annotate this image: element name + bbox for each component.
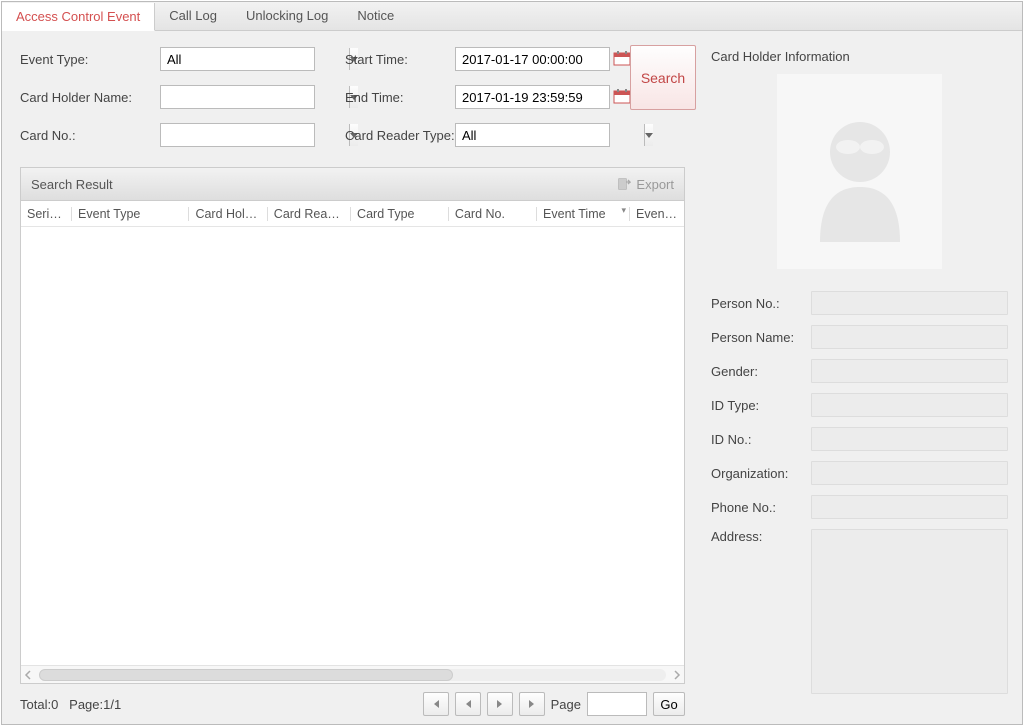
page-text: Page bbox=[551, 697, 581, 712]
card-holder-label: Card Holder Name: bbox=[20, 90, 160, 105]
last-page-button[interactable] bbox=[519, 692, 545, 716]
avatar-placeholder bbox=[777, 74, 942, 269]
event-type-input[interactable] bbox=[161, 48, 349, 70]
scroll-thumb[interactable] bbox=[39, 669, 453, 681]
export-label: Export bbox=[636, 177, 674, 192]
reader-type-input[interactable] bbox=[456, 124, 644, 146]
calendar-icon[interactable] bbox=[610, 50, 632, 69]
card-no-label: Card No.: bbox=[20, 128, 160, 143]
col-card-holder[interactable]: Card Holder bbox=[189, 207, 267, 221]
tab-bar: Access Control Event Call Log Unlocking … bbox=[2, 2, 1022, 31]
col-card-reader[interactable]: Card Reader... bbox=[268, 207, 351, 221]
tab-notice[interactable]: Notice bbox=[343, 2, 409, 30]
organization-field bbox=[811, 461, 1008, 485]
info-title: Card Holder Information bbox=[711, 49, 1008, 64]
card-holder-select[interactable] bbox=[160, 85, 315, 109]
reader-type-label: Card Reader Type: bbox=[345, 128, 455, 143]
address-label: Address: bbox=[711, 529, 811, 544]
avatar-icon bbox=[800, 102, 920, 242]
export-button[interactable]: Export bbox=[617, 177, 674, 192]
result-title: Search Result bbox=[31, 177, 113, 192]
horizontal-scrollbar[interactable] bbox=[21, 665, 684, 683]
end-time-label: End Time: bbox=[345, 90, 455, 105]
organization-label: Organization: bbox=[711, 466, 811, 481]
card-no-input[interactable] bbox=[161, 124, 349, 146]
end-time-field[interactable] bbox=[455, 85, 610, 109]
col-event-type[interactable]: Event Type bbox=[72, 207, 189, 221]
export-icon bbox=[617, 177, 631, 191]
card-no-select[interactable] bbox=[160, 123, 315, 147]
start-time-label: Start Time: bbox=[345, 52, 455, 67]
go-button[interactable]: Go bbox=[653, 692, 685, 716]
table-header: Serial ... Event Type Card Holder Card R… bbox=[21, 201, 684, 227]
sort-desc-icon: ▾ bbox=[622, 207, 627, 216]
col-card-no[interactable]: Card No. bbox=[449, 207, 537, 221]
start-time-field[interactable] bbox=[455, 47, 610, 71]
reader-type-select[interactable] bbox=[455, 123, 610, 147]
result-header: Search Result Export bbox=[20, 167, 685, 201]
id-type-label: ID Type: bbox=[711, 398, 811, 413]
search-button[interactable]: Search bbox=[630, 45, 696, 110]
phone-no-field bbox=[811, 495, 1008, 519]
result-table: Serial ... Event Type Card Holder Card R… bbox=[20, 201, 685, 684]
tab-unlocking-log[interactable]: Unlocking Log bbox=[232, 2, 343, 30]
scroll-right-icon[interactable] bbox=[672, 670, 682, 680]
next-page-button[interactable] bbox=[487, 692, 513, 716]
card-holder-input[interactable] bbox=[161, 86, 349, 108]
first-page-button[interactable] bbox=[423, 692, 449, 716]
id-type-field bbox=[811, 393, 1008, 417]
address-field bbox=[811, 529, 1008, 694]
left-panel: Event Type: Start Time: Card Holder Name… bbox=[2, 31, 697, 724]
prev-page-button[interactable] bbox=[455, 692, 481, 716]
person-no-label: Person No.: bbox=[711, 296, 811, 311]
tab-call-log[interactable]: Call Log bbox=[155, 2, 232, 30]
person-name-label: Person Name: bbox=[711, 330, 811, 345]
card-holder-info-panel: Card Holder Information Person No.: Pers… bbox=[697, 31, 1022, 724]
event-type-select[interactable] bbox=[160, 47, 315, 71]
pager: Total:0 Page:1/1 Page Go bbox=[20, 692, 685, 716]
app-window: Access Control Event Call Log Unlocking … bbox=[1, 1, 1023, 725]
total-label: Total:0 bbox=[20, 697, 58, 712]
page-count-label: Page:1/1 bbox=[69, 697, 121, 712]
search-form: Event Type: Start Time: Card Holder Name… bbox=[20, 47, 685, 147]
person-name-field bbox=[811, 325, 1008, 349]
gender-label: Gender: bbox=[711, 364, 811, 379]
chevron-down-icon[interactable] bbox=[644, 124, 653, 146]
event-type-label: Event Type: bbox=[20, 52, 160, 67]
table-body bbox=[21, 227, 684, 665]
col-serial[interactable]: Serial ... bbox=[21, 207, 72, 221]
col-event-source[interactable]: Event S bbox=[630, 207, 684, 221]
gender-field bbox=[811, 359, 1008, 383]
calendar-icon[interactable] bbox=[610, 88, 632, 107]
tab-access-control[interactable]: Access Control Event bbox=[2, 3, 155, 31]
person-no-field bbox=[811, 291, 1008, 315]
col-card-type[interactable]: Card Type bbox=[351, 207, 449, 221]
phone-no-label: Phone No.: bbox=[711, 500, 811, 515]
id-no-label: ID No.: bbox=[711, 432, 811, 447]
page-input[interactable] bbox=[587, 692, 647, 716]
col-event-time[interactable]: Event Time▾ bbox=[537, 207, 630, 221]
id-no-field bbox=[811, 427, 1008, 451]
scroll-left-icon[interactable] bbox=[23, 670, 33, 680]
